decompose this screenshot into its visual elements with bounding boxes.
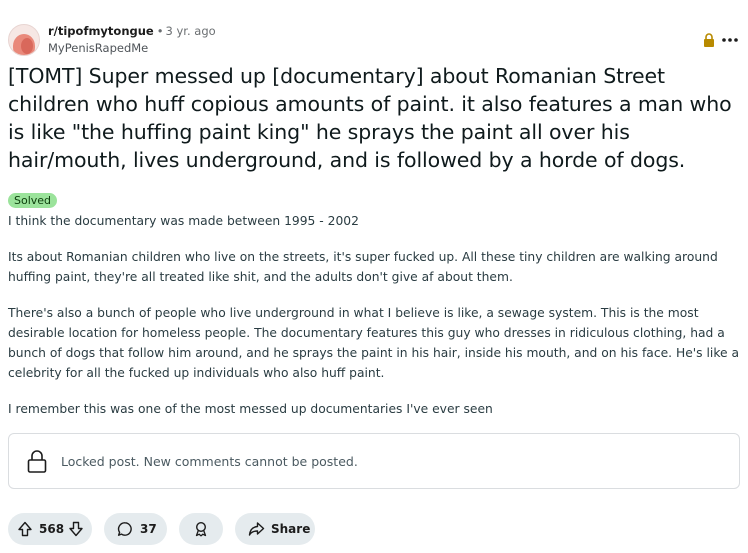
share-button[interactable]: Share [235,513,315,545]
upvote-arrow-icon[interactable] [17,521,33,537]
upvote-count: 568 [39,522,65,536]
subreddit-link[interactable]: r/tipofmytongue [48,24,154,38]
solved-flair[interactable]: Solved [8,193,58,208]
locked-notice: Locked post. New comments cannot be post… [8,433,740,489]
lock-icon [704,33,714,47]
share-label: Share [271,522,311,536]
award-button[interactable] [179,513,223,545]
downvote-arrow-icon[interactable] [68,521,84,537]
post-age: 3 yr. ago [165,24,216,38]
body-paragraph: There's also a bunch of people who live … [8,306,740,380]
comment-bubble-icon [117,522,132,536]
body-paragraph: I remember this was one of the most mess… [8,402,493,416]
author-link[interactable]: MyPenisRapedMe [48,41,148,55]
post-header: r/tipofmytongue • 3 yr. ago MyPenisRapedMe [8,22,740,62]
lock-icon [27,450,47,473]
award-icon [195,521,207,537]
share-arrow-icon [248,522,265,536]
locked-message: Locked post. New comments cannot be post… [61,454,358,469]
comment-count: 37 [140,522,157,536]
body-paragraph: Its about Romanian children who live on … [8,250,718,284]
post-body: I think the documentary was made between… [8,211,742,435]
meta-separator: • [156,24,164,38]
more-options-icon[interactable] [720,32,740,48]
subreddit-avatar[interactable] [8,24,40,56]
body-paragraph: I think the documentary was made between… [8,214,359,228]
post-meta: r/tipofmytongue • 3 yr. ago [48,24,216,38]
post-title: [TOMT] Super messed up [documentary] abo… [8,64,732,172]
comments-button[interactable]: 37 [104,513,167,545]
vote-control: 568 [8,513,92,545]
